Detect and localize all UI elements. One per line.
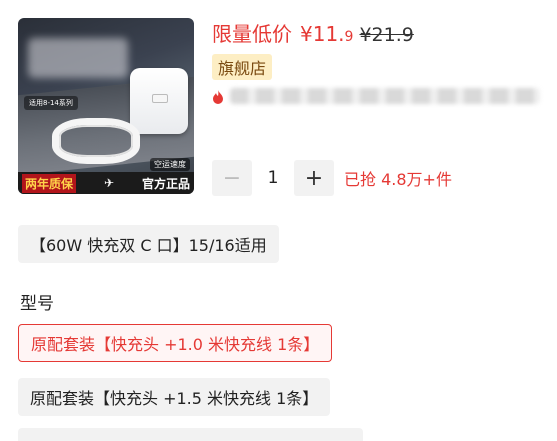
shipping-tag: 空运速度 bbox=[150, 158, 190, 171]
model-section-title: 型号 bbox=[20, 294, 54, 314]
quantity-value[interactable]: 1 bbox=[252, 168, 294, 188]
blurred-shop-info bbox=[230, 88, 540, 104]
price-label: 限量低价 bbox=[212, 22, 292, 46]
shop-info-row bbox=[212, 88, 540, 104]
spec-tag: 适用8-14系列 bbox=[24, 96, 78, 110]
price-symbol: ¥ bbox=[300, 22, 313, 46]
image-banner: 两年质保 ✈ 官方正品 bbox=[18, 172, 194, 194]
price-decimal: 9 bbox=[344, 29, 354, 45]
current-price: ¥11.9 bbox=[300, 22, 353, 46]
original-price: ¥21.9 bbox=[359, 24, 414, 46]
compat-option-chip[interactable]: 【60W 快充双 C 口】15/16适用 bbox=[18, 225, 279, 263]
charger-illustration bbox=[130, 68, 188, 134]
model-option-3-partial[interactable] bbox=[18, 428, 363, 441]
flagship-badge: 旗舰店 bbox=[212, 54, 273, 80]
model-option-1[interactable]: 原配套装【快充头 +1.0 米快充线 1条】 bbox=[18, 324, 333, 362]
fire-icon bbox=[212, 89, 224, 104]
warranty-label: 两年质保 bbox=[22, 173, 77, 193]
cable-illustration bbox=[52, 118, 140, 164]
blurred-logo bbox=[28, 38, 128, 78]
price-row: 限量低价 ¥11.9 ¥21.9 bbox=[212, 18, 414, 47]
product-image[interactable]: 适用8-14系列 空运速度 两年质保 ✈ 官方正品 bbox=[18, 18, 194, 194]
increase-button[interactable]: + bbox=[294, 160, 334, 196]
quantity-stepper: − 1 + 已抢 4.8万+件 bbox=[212, 160, 452, 196]
decrease-button[interactable]: − bbox=[212, 160, 252, 196]
sold-count: 已抢 4.8万+件 bbox=[344, 170, 452, 189]
price-integer: 11. bbox=[312, 22, 345, 46]
model-option-2[interactable]: 原配套装【快充头 +1.5 米快充线 1条】 bbox=[18, 378, 331, 416]
official-label: 官方正品 bbox=[141, 176, 190, 191]
plane-icon: ✈ bbox=[103, 176, 115, 190]
